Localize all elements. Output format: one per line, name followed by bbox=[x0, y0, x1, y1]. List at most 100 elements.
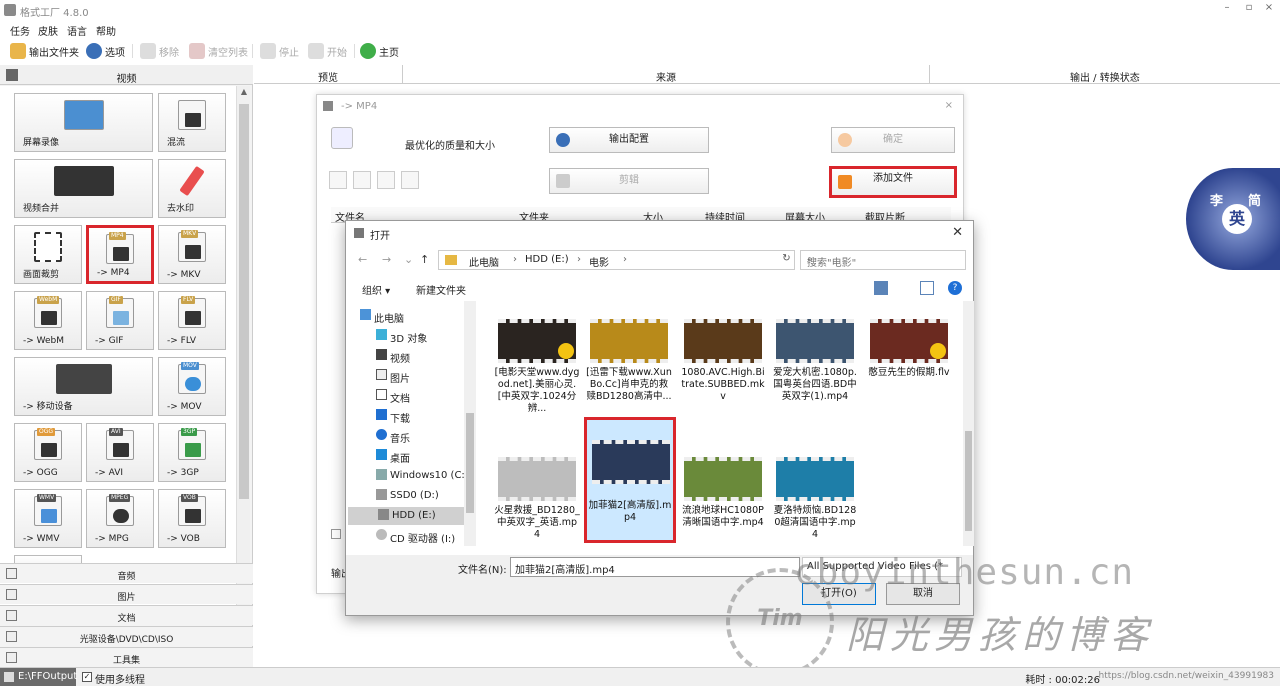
tile-label: -> MPG bbox=[95, 534, 129, 544]
files-scrollbar-thumb[interactable] bbox=[965, 431, 972, 531]
stop-button[interactable]: 停止 bbox=[260, 42, 299, 60]
maximize-button[interactable]: ▫ bbox=[1238, 2, 1260, 18]
file-item[interactable]: 流浪地球HC1080P清晰国语中字.mp4 bbox=[680, 453, 766, 546]
remove-item-icon[interactable] bbox=[329, 171, 347, 189]
address-bar[interactable]: 此电脑 › HDD (E:) › 电影 › bbox=[438, 250, 795, 270]
tile-to-mov[interactable]: MOV -> MOV bbox=[158, 357, 226, 416]
open-dialog-close-icon[interactable]: ✕ bbox=[952, 225, 963, 240]
stop-label: 停止 bbox=[279, 47, 299, 59]
scrollbar-thumb[interactable] bbox=[239, 104, 249, 499]
video-thumbnail bbox=[684, 319, 762, 363]
tile-to-mp4[interactable]: MP4 -> MP4 bbox=[86, 225, 154, 284]
close-button[interactable]: × bbox=[1258, 2, 1280, 18]
tile-mux[interactable]: 混流 bbox=[158, 93, 226, 152]
file-item[interactable]: 夏洛特烦恼.BD1280超清国语中字.mp4 bbox=[772, 453, 858, 546]
toolbar: 输出文件夹 选项 移除 清空列表 停止 开始 主页 bbox=[0, 38, 1280, 64]
file-item[interactable]: 爱宠大机密.1080p.国粤英台四语.BD中英双字(1).mp4 bbox=[772, 315, 858, 445]
search-box[interactable]: 搜索"电影" ⌕ bbox=[800, 250, 966, 270]
status-bar: E:\FFOutput ✓ 使用多线程 耗时 : 00:02:26 https:… bbox=[0, 667, 1280, 686]
category-tools[interactable]: 工具集 bbox=[0, 647, 253, 667]
tile-remove-watermark[interactable]: 去水印 bbox=[158, 159, 226, 218]
file-item[interactable]: 1080.AVC.High.Bitrate.SUBBED.mkv bbox=[680, 315, 766, 445]
category-document[interactable]: 文档 bbox=[0, 605, 253, 625]
breadcrumb-chevron-icon[interactable]: › bbox=[577, 254, 581, 265]
info-item-icon[interactable] bbox=[401, 171, 419, 189]
files-scrollbar[interactable] bbox=[963, 301, 974, 546]
organize-menu[interactable]: 组织 ▾ bbox=[362, 282, 390, 297]
add-file-button[interactable]: 添加文件 bbox=[829, 166, 957, 198]
scroll-up-icon[interactable]: ▲ bbox=[237, 87, 251, 101]
multithread-checkbox[interactable]: ✓ bbox=[82, 672, 92, 682]
tile-to-avi[interactable]: AVI -> AVI bbox=[86, 423, 154, 482]
breadcrumb-this-pc[interactable]: 此电脑 bbox=[469, 254, 499, 269]
tile-screen-record[interactable]: 屏幕录像 bbox=[14, 93, 153, 152]
tile-to-flv[interactable]: FLV -> FLV bbox=[158, 291, 226, 350]
up-arrow-icon[interactable]: ↑ bbox=[420, 253, 429, 266]
category-audio[interactable]: 音频 bbox=[0, 563, 253, 583]
tile-to-3gp[interactable]: 3GP -> 3GP bbox=[158, 423, 226, 482]
menu-task[interactable]: 任务 bbox=[10, 23, 30, 38]
column-divider bbox=[929, 65, 930, 84]
screen-record-icon bbox=[63, 100, 104, 130]
options-button[interactable]: 选项 bbox=[86, 42, 125, 60]
tile-to-webm[interactable]: WebM -> WebM bbox=[14, 291, 82, 350]
back-arrow-icon[interactable]: ← bbox=[358, 253, 367, 266]
output-folder-button[interactable]: 输出文件夹 bbox=[10, 42, 79, 60]
menu-language[interactable]: 语言 bbox=[67, 23, 87, 38]
start-button[interactable]: 开始 bbox=[308, 42, 347, 60]
tile-to-mobile[interactable]: -> 移动设备 bbox=[14, 357, 153, 416]
file-item-selected[interactable]: 加菲猫2[高清版].mp4 bbox=[584, 417, 676, 543]
forward-arrow-icon[interactable]: → bbox=[382, 253, 391, 266]
minimize-button[interactable]: – bbox=[1216, 2, 1238, 18]
column-preview[interactable]: 预览 bbox=[318, 69, 338, 84]
tile-to-vob[interactable]: VOB -> VOB bbox=[158, 489, 226, 548]
breadcrumb-movies[interactable]: 电影 bbox=[589, 254, 609, 269]
tile-to-wmv[interactable]: WMV -> WMV bbox=[14, 489, 82, 548]
file-item[interactable]: [电影天堂www.dygod.net].美丽心灵.[中英双字.1024分辨... bbox=[494, 315, 580, 445]
tile-crop[interactable]: 画面裁剪 bbox=[14, 225, 82, 284]
clear-items-icon[interactable] bbox=[353, 171, 371, 189]
quicktime-icon bbox=[185, 377, 201, 391]
category-disc[interactable]: 光驱设备\DVD\CD\ISO bbox=[0, 626, 253, 646]
output-config-button[interactable]: 输出配置 bbox=[549, 127, 709, 153]
new-folder-button[interactable]: 新建文件夹 bbox=[416, 282, 466, 297]
tree-scrollbar-thumb[interactable] bbox=[466, 413, 474, 513]
remove-button[interactable]: 移除 bbox=[140, 42, 179, 60]
video-category-header[interactable]: 视频 bbox=[0, 65, 253, 85]
file-item[interactable]: 火星救援_BD1280_中英双字_英语.mp4 bbox=[494, 453, 580, 546]
dialog-checkbox[interactable] bbox=[331, 529, 341, 539]
view-options-icon[interactable] bbox=[874, 281, 888, 295]
recent-dropdown-icon[interactable]: ⌄ bbox=[404, 253, 413, 266]
help-icon[interactable]: ? bbox=[948, 281, 962, 295]
video-thumbnail bbox=[590, 319, 668, 363]
tools-scrollbar[interactable]: ▲ ▼ bbox=[236, 86, 250, 622]
ok-button[interactable]: 确定 bbox=[831, 127, 955, 153]
clip-label: 剪辑 bbox=[619, 175, 639, 186]
menu-skin[interactable]: 皮肤 bbox=[38, 23, 58, 38]
breadcrumb-chevron-icon[interactable]: › bbox=[623, 254, 627, 265]
tile-video-join[interactable]: 视频合并 bbox=[14, 159, 153, 218]
column-source[interactable]: 来源 bbox=[656, 69, 676, 84]
output-path-button[interactable]: E:\FFOutput bbox=[0, 668, 77, 686]
tree-scrollbar[interactable] bbox=[464, 301, 476, 546]
tile-to-mpg[interactable]: MPEG -> MPG bbox=[86, 489, 154, 548]
category-image[interactable]: 图片 bbox=[0, 584, 253, 604]
tile-to-gif[interactable]: GIF -> GIF bbox=[86, 291, 154, 350]
tree-drive-e[interactable]: HDD (E:) bbox=[348, 507, 464, 525]
tile-to-mkv[interactable]: MKV -> MKV bbox=[158, 225, 226, 284]
stop-icon bbox=[260, 43, 276, 59]
breadcrumb-hdd[interactable]: HDD (E:) bbox=[525, 254, 569, 265]
format-tag: 3GP bbox=[181, 428, 198, 436]
tile-to-ogg[interactable]: OGG -> OGG bbox=[14, 423, 82, 482]
file-item[interactable]: 憨豆先生的假期.flv bbox=[866, 315, 952, 445]
preview-pane-icon[interactable] bbox=[920, 281, 934, 295]
settings-item-icon[interactable] bbox=[377, 171, 395, 189]
home-button[interactable]: 主页 bbox=[360, 42, 399, 60]
column-output-status[interactable]: 输出 / 转换状态 bbox=[1070, 69, 1140, 84]
clear-list-button[interactable]: 清空列表 bbox=[189, 42, 248, 60]
mp4-dialog-close-icon[interactable]: × bbox=[945, 100, 953, 111]
refresh-icon[interactable]: ↻ bbox=[778, 250, 795, 270]
breadcrumb-chevron-icon[interactable]: › bbox=[513, 254, 517, 265]
menu-help[interactable]: 帮助 bbox=[96, 23, 116, 38]
clip-button[interactable]: 剪辑 bbox=[549, 168, 709, 194]
